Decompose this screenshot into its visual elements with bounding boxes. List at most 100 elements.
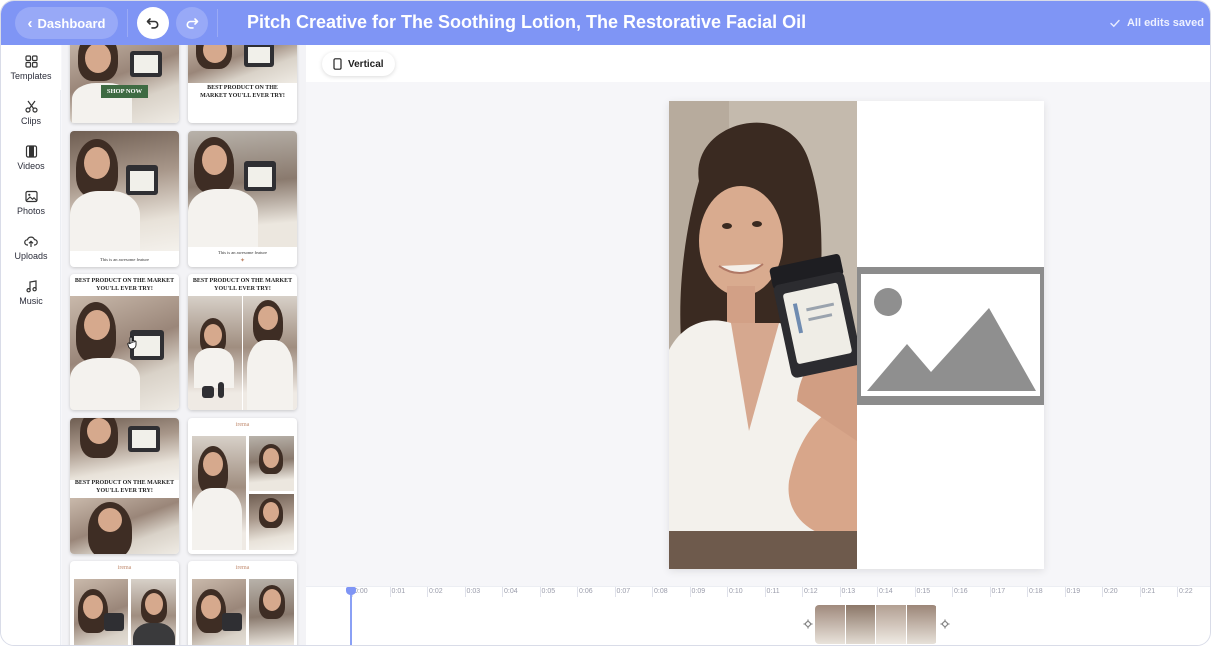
template-card[interactable]: BEST PRODUCT ON THE MARKET YOU'LL EVER T… xyxy=(188,274,297,410)
template-caption: This is an awesome feature xyxy=(100,257,149,262)
dashboard-button-label: Dashboard xyxy=(37,15,106,31)
rail-item-templates[interactable]: Templates xyxy=(1,45,61,90)
chevron-left-icon: ‹ xyxy=(27,14,33,32)
divider xyxy=(127,9,128,37)
clip-frame xyxy=(906,605,937,644)
rail-label: Templates xyxy=(10,70,52,81)
rail-item-uploads[interactable]: Uploads xyxy=(1,225,61,270)
redo-button[interactable] xyxy=(176,7,208,39)
check-icon xyxy=(1110,19,1120,27)
ruler-tick-line xyxy=(652,587,653,597)
ruler-tick-line xyxy=(577,587,578,597)
editor-area: Vertical xyxy=(306,45,1210,586)
rail-item-photos[interactable]: Photos xyxy=(1,180,61,225)
template-thumbnail xyxy=(188,296,242,410)
image-placeholder-icon xyxy=(867,288,1036,391)
video-canvas[interactable] xyxy=(669,101,1044,569)
ruler-tick-label: 0:20 xyxy=(1104,588,1118,595)
timeline[interactable]: 0:00 0:01 0:02 0:03 0:04 0:05 0:06 0:07 0:08 0:09… xyxy=(306,586,1210,645)
ruler-tick-label: 0:10 xyxy=(729,588,743,595)
ruler-tick-label: 0:15 xyxy=(916,588,931,595)
trim-handle-left-icon[interactable] xyxy=(803,619,813,629)
rail-item-clips[interactable]: Clips xyxy=(1,90,61,135)
template-card[interactable]: irema xyxy=(188,418,297,554)
editor-toolbar: Vertical xyxy=(306,45,1210,82)
template-brand: irema xyxy=(235,565,250,571)
ruler-tick-label: 0:06 xyxy=(579,588,593,595)
project-title[interactable]: Pitch Creative for The Soothing Lotion, … xyxy=(247,12,806,33)
image-placeholder-frame xyxy=(861,274,1040,396)
template-card[interactable]: BEST PRODUCT ON THE MARKET YOU'LL EVER T… xyxy=(188,45,297,123)
clip-frame xyxy=(876,605,907,644)
ruler-tick-line xyxy=(502,587,503,597)
ruler-tick-line xyxy=(427,587,428,597)
timeline-clip[interactable] xyxy=(815,605,937,644)
rail-label: Uploads xyxy=(14,250,48,261)
template-brand: ✦ xyxy=(239,258,246,264)
ruler-tick-label: 0:04 xyxy=(504,588,518,595)
ruler-tick-label: 0:03 xyxy=(466,588,481,595)
scissors-icon xyxy=(24,100,38,113)
ruler-tick-line xyxy=(1027,587,1028,597)
playhead-handle[interactable] xyxy=(346,587,356,595)
ruler-tick-line xyxy=(877,587,878,597)
ruler-tick-label: 0:19 xyxy=(1066,588,1081,595)
ruler-tick-label: 0:21 xyxy=(1141,588,1156,595)
ruler-tick-line xyxy=(389,587,391,597)
app-window: ‹ Dashboard Pitch Creative for The Sooth… xyxy=(0,0,1211,646)
ruler-tick-line xyxy=(1064,587,1066,597)
template-caption: This is an awesome feature xyxy=(218,250,267,255)
rail-item-videos[interactable]: Videos xyxy=(1,135,61,180)
trim-handle-right-icon[interactable] xyxy=(940,619,950,629)
ruler-tick-label: 0:05 xyxy=(541,588,556,595)
template-thumbnail xyxy=(70,131,179,251)
undo-icon xyxy=(146,18,159,29)
playhead[interactable] xyxy=(350,587,352,645)
template-card[interactable]: irema xyxy=(188,561,297,645)
shop-now-badge: SHOP NOW xyxy=(101,85,148,98)
image-icon xyxy=(24,190,38,202)
template-thumbnail xyxy=(249,579,294,645)
ruler-tick-label: 0:08 xyxy=(654,588,668,595)
template-thumbnail xyxy=(70,418,179,480)
divider xyxy=(217,9,218,37)
ruler-tick-line xyxy=(1102,587,1103,597)
rail-item-music[interactable]: Music xyxy=(1,270,61,315)
ruler-tick-label: 0:01 xyxy=(391,588,406,595)
ruler-tick-line xyxy=(464,587,466,597)
template-thumbnail xyxy=(188,45,297,83)
ruler-tick-label: 0:18 xyxy=(1029,588,1043,595)
ruler-tick-line xyxy=(914,587,916,597)
ruler-tick-line xyxy=(839,587,841,597)
template-thumbnail xyxy=(188,131,297,247)
template-thumbnail xyxy=(192,436,246,550)
canvas-photo[interactable] xyxy=(669,101,857,569)
ruler-tick-label: 0:14 xyxy=(879,588,893,595)
templates-panel: SHOP NOW BEST PRODUCT ON THE MARKET YOU'… xyxy=(62,45,306,645)
template-thumbnail xyxy=(249,494,294,550)
ruler-tick-line xyxy=(1139,587,1141,597)
rail-label: Clips xyxy=(20,115,41,126)
template-card[interactable]: This is an awesome feature xyxy=(70,131,179,267)
template-card[interactable]: BEST PRODUCT ON THE MARKET YOU'LL EVER T… xyxy=(70,418,179,554)
ruler-tick-label: 0:02 xyxy=(429,588,443,595)
template-thumbnail xyxy=(74,579,128,645)
clip-frame xyxy=(815,605,846,644)
template-thumbnail xyxy=(243,296,297,410)
undo-button[interactable] xyxy=(137,7,169,39)
template-thumbnail xyxy=(131,579,176,645)
ruler-tick-line xyxy=(989,587,991,597)
rail-label: Videos xyxy=(17,160,45,171)
template-card[interactable]: irema xyxy=(70,561,179,645)
template-card[interactable]: SHOP NOW xyxy=(70,45,179,123)
ruler-tick-line xyxy=(764,587,766,597)
orientation-button[interactable]: Vertical xyxy=(322,52,395,76)
cloud-upload-icon xyxy=(24,236,38,247)
template-card[interactable]: This is an awesome feature ✦ xyxy=(188,131,297,267)
template-brand: irema xyxy=(235,422,250,428)
image-placeholder[interactable] xyxy=(857,267,1044,405)
dashboard-button[interactable]: ‹ Dashboard xyxy=(15,7,118,39)
template-card[interactable]: BEST PRODUCT ON THE MARKET YOU'LL EVER T… xyxy=(70,274,179,410)
redo-icon xyxy=(186,18,199,29)
ruler-tick-line xyxy=(727,587,728,597)
